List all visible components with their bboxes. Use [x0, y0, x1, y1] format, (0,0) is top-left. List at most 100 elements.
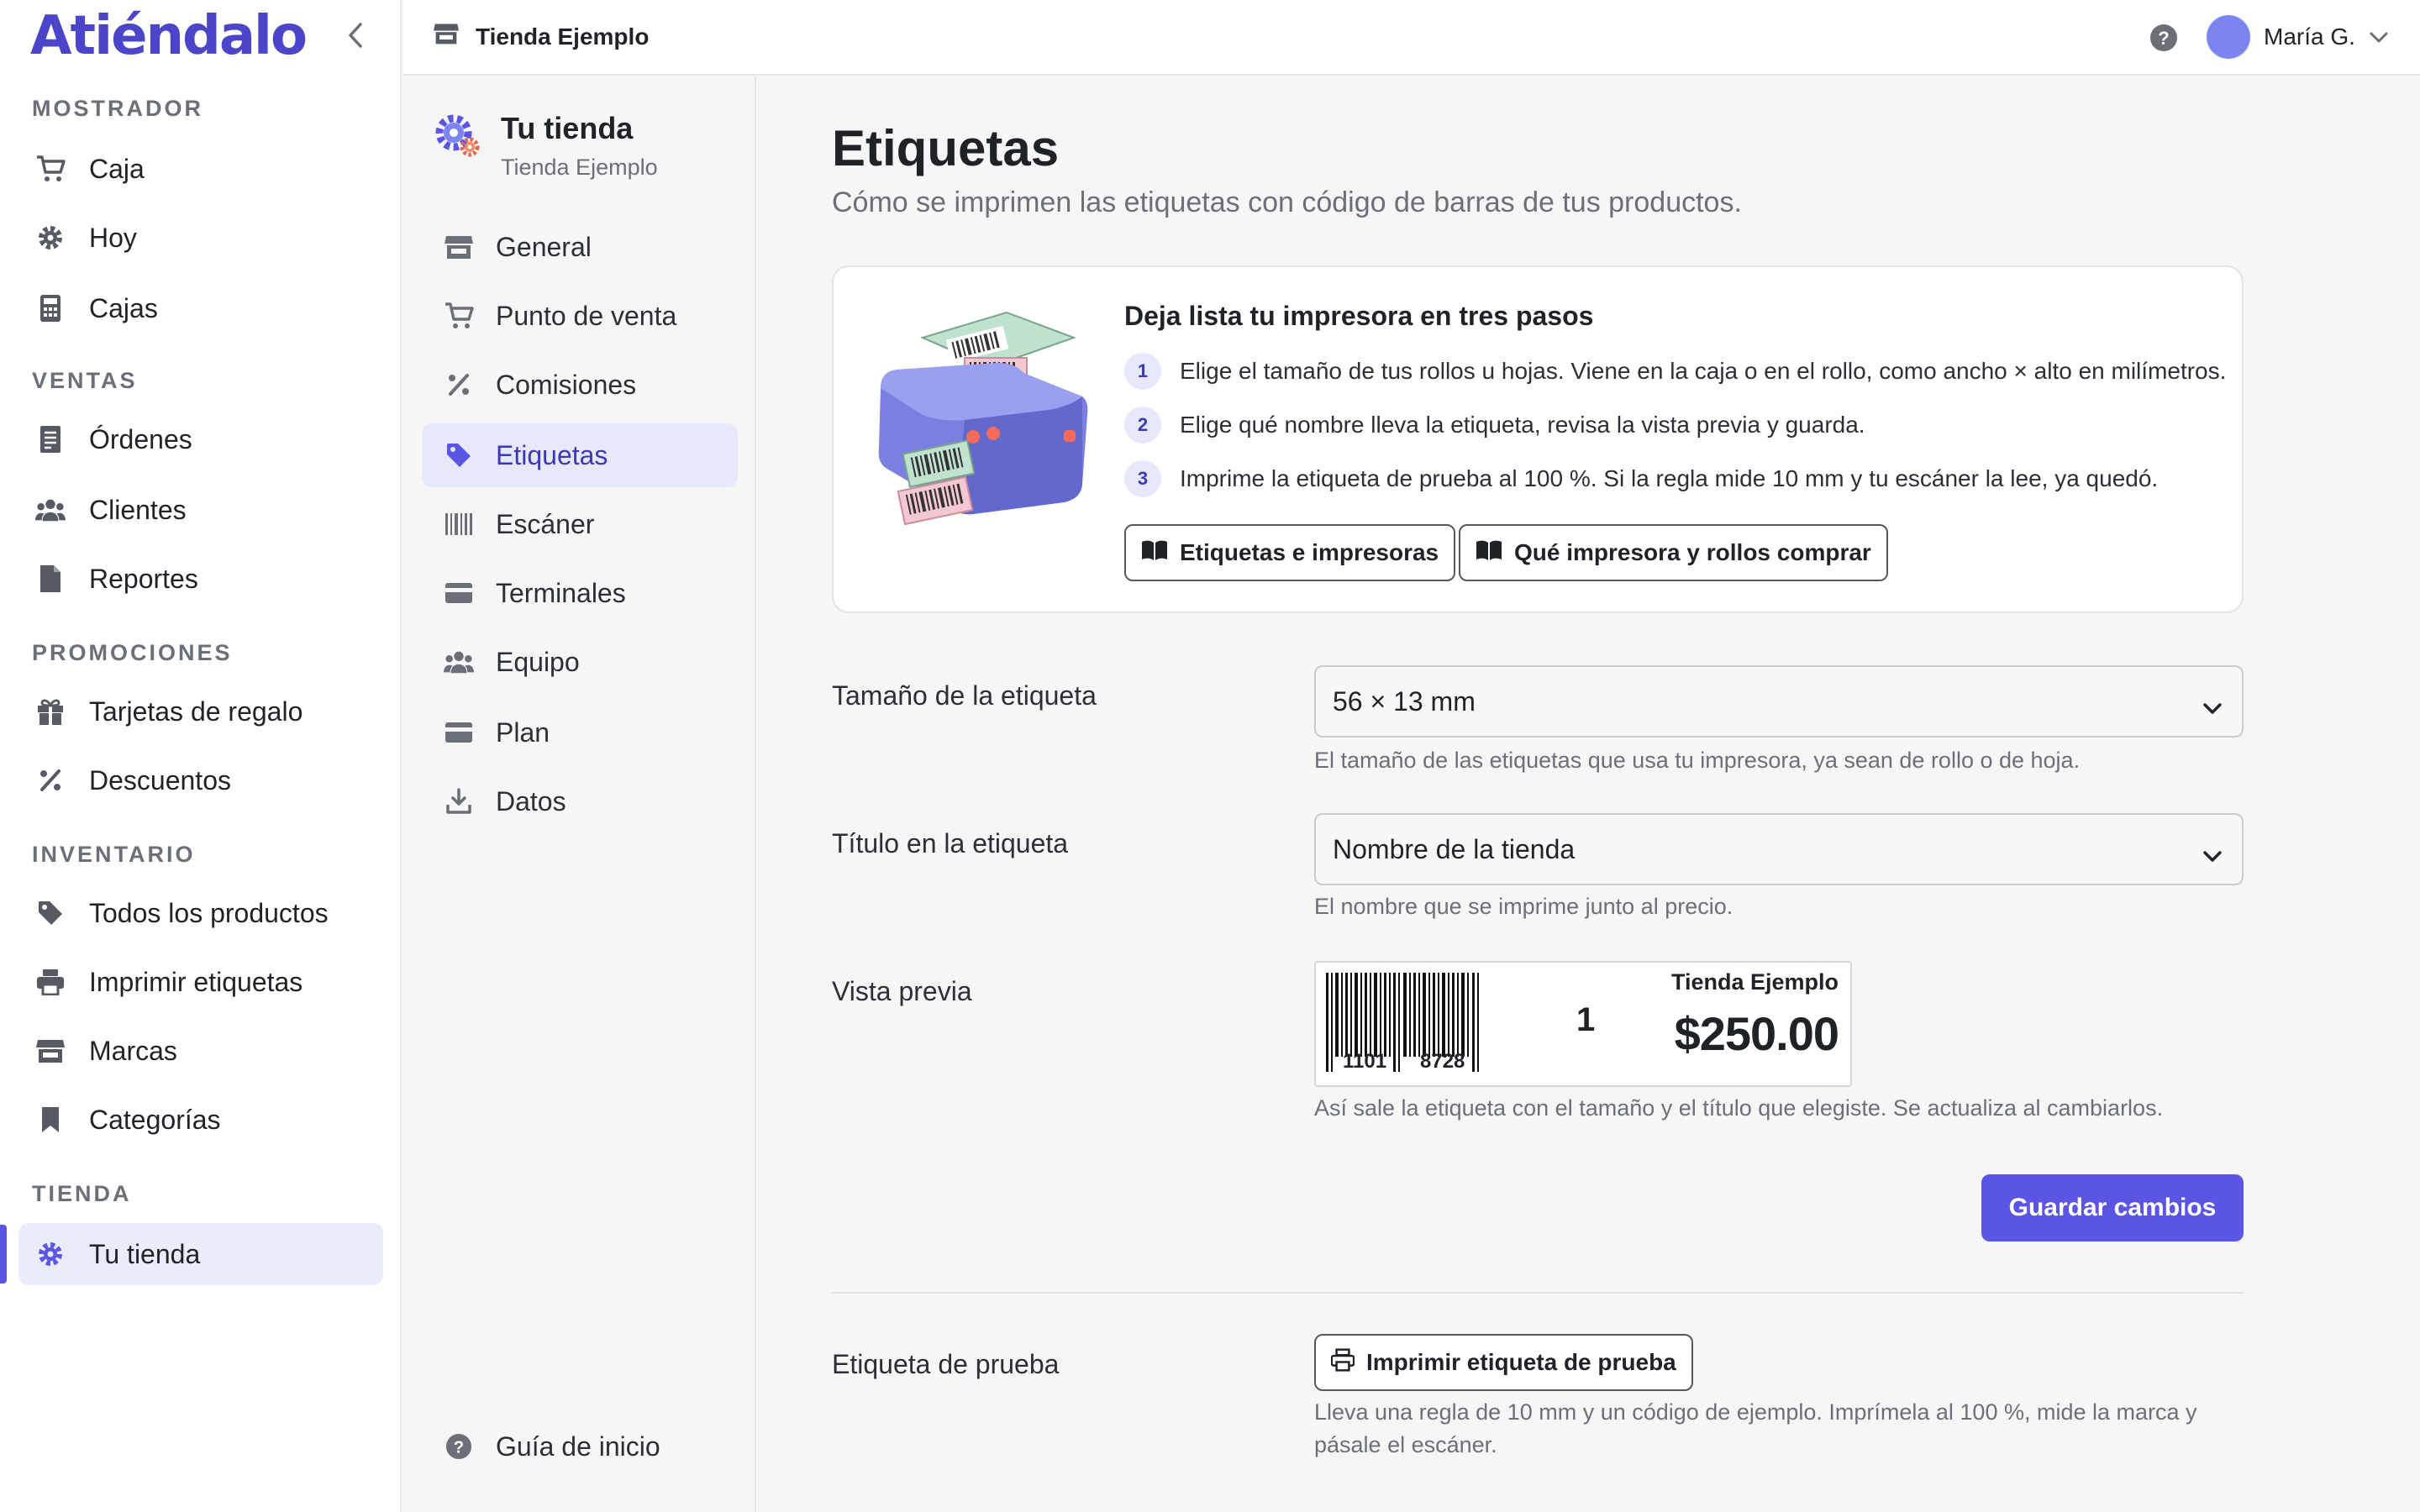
card-title: Deja lista tu impresora en tres pasos [1124, 301, 1594, 331]
chevron-down-icon [2202, 692, 2223, 723]
sidebar-item-caja[interactable]: Caja [18, 138, 383, 200]
preview-store-name: Tienda Ejemplo [1670, 969, 1839, 995]
sidebar-item-label: Tarjetas de regalo [89, 696, 303, 727]
setup-step: 1 Elige el tamaño de tus rollos u hojas.… [1124, 353, 2226, 390]
sidebar-item-descuentos[interactable]: Descuentos [18, 749, 383, 811]
store-icon [35, 1036, 66, 1066]
subnav-item-etiquetas[interactable]: Etiquetas [422, 423, 738, 487]
subnav-item-comisiones[interactable]: Comisiones [422, 353, 738, 417]
label-size-select[interactable]: 56 × 13 mm [1314, 665, 2244, 738]
section-title-ventas: VENTAS [32, 368, 138, 393]
user-menu[interactable]: María G. [2207, 15, 2389, 59]
store-breadcrumb[interactable]: Tienda Ejemplo [434, 22, 649, 51]
button-label: Qué impresora y rollos comprar [1514, 539, 1871, 565]
sidebar-item-tu-tienda[interactable]: Tu tienda [18, 1223, 383, 1285]
users-icon [35, 495, 66, 525]
subnav-guia-de-inicio[interactable]: ? Guía de inicio [422, 1415, 738, 1478]
book-icon [1476, 539, 1502, 567]
subnav-item-punto-de-venta[interactable]: Punto de venta [422, 284, 738, 348]
button-label: Imprimir etiqueta de prueba [1366, 1349, 1676, 1375]
store-settings-icon [434, 111, 482, 181]
divider [832, 1292, 2244, 1294]
subnav-item-label: Plan [496, 717, 550, 748]
subnav-item-label: Guía de inicio [496, 1431, 660, 1462]
step-number: 1 [1124, 353, 1161, 390]
bookmark-icon [35, 1105, 66, 1135]
buying-guide-button[interactable]: Qué impresora y rollos comprar [1459, 524, 1888, 581]
subnav-item-label: Datos [496, 785, 566, 816]
percent-icon [444, 370, 474, 400]
printer-setup-card: Deja lista tu impresora en tres pasos 1 … [832, 265, 2244, 613]
step-text: Elige qué nombre lleva la etiqueta, revi… [1180, 412, 1865, 438]
settings-subnav: Tu tienda Tienda Ejemplo General Punto d… [403, 76, 756, 1512]
label-title-label: Título en la etiqueta [832, 828, 1069, 858]
main-content: Etiquetas Cómo se imprimen las etiquetas… [756, 76, 2420, 1512]
page-title: Etiquetas [832, 120, 1060, 176]
sidebar-item-tarjetas-de-regalo[interactable]: Tarjetas de regalo [18, 680, 383, 743]
step-text: Imprime la etiqueta de prueba al 100 %. … [1180, 465, 2159, 491]
sidebar-item-marcas[interactable]: Marcas [18, 1020, 383, 1082]
chevron-down-icon [2369, 24, 2389, 50]
setup-step: 2 Elige qué nombre lleva la etiqueta, re… [1124, 407, 1865, 444]
subnav-item-plan[interactable]: Plan [422, 701, 738, 764]
step-number: 3 [1124, 460, 1161, 497]
svg-text:?: ? [454, 1438, 465, 1457]
users-icon [444, 647, 474, 677]
store-icon [444, 232, 474, 262]
subnav-item-datos[interactable]: Datos [422, 769, 738, 833]
sidebar-item-reportes[interactable]: Reportes [18, 548, 383, 610]
print-test-label-button[interactable]: Imprimir etiqueta de prueba [1314, 1334, 1693, 1391]
help-icon[interactable]: ? [2149, 24, 2178, 56]
main-sidebar: Atiéndalo MOSTRADOR Caja Hoy Cajas VENTA… [0, 0, 402, 1512]
active-indicator [0, 1225, 7, 1284]
sidebar-item-cajas[interactable]: Cajas [18, 277, 383, 339]
step-number: 2 [1124, 407, 1161, 444]
label-title-select[interactable]: Nombre de la tienda [1314, 813, 2244, 885]
app-logo: Atiéndalo [30, 5, 308, 67]
sidebar-item-categorias[interactable]: Categorías [18, 1089, 383, 1151]
label-preview: 1101 8728 1 Tienda Ejemplo $250.00 [1314, 961, 1852, 1087]
sidebar-item-clientes[interactable]: Clientes [18, 479, 383, 541]
printer-icon [1330, 1347, 1355, 1378]
sidebar-item-ordenes[interactable]: Órdenes [18, 408, 383, 470]
test-label-hint: Lleva una regla de 10 mm y un código de … [1314, 1396, 2197, 1462]
sidebar-item-label: Reportes [89, 563, 198, 594]
sidebar-item-hoy[interactable]: Hoy [18, 207, 383, 269]
test-label-hint-line: pásale el escáner. [1314, 1432, 1497, 1457]
sidebar-item-label: Imprimir etiquetas [89, 966, 303, 997]
label-size-hint: El tamaño de las etiquetas que usa tu im… [1314, 748, 2081, 773]
subnav-item-label: Escáner [496, 508, 595, 539]
label-title-hint: El nombre que se imprime junto al precio… [1314, 894, 1733, 919]
button-label: Etiquetas e impresoras [1180, 539, 1439, 565]
preview-quantity: 1 [1576, 1001, 1596, 1038]
receipt-icon [35, 424, 66, 454]
page-subtitle: Cómo se imprimen las etiquetas con códig… [832, 186, 1742, 218]
sidebar-item-imprimir-etiquetas[interactable]: Imprimir etiquetas [18, 951, 383, 1013]
barcode-number-left: 1101 [1343, 1050, 1387, 1073]
collapse-sidebar-button[interactable] [339, 18, 373, 52]
gear-icon [35, 1239, 66, 1269]
subnav-item-label: Equipo [496, 646, 580, 677]
help-icon: ? [444, 1431, 474, 1462]
percent-icon [35, 765, 66, 795]
labels-printers-guide-button[interactable]: Etiquetas e impresoras [1124, 524, 1456, 581]
subnav-item-escaner[interactable]: Escáner [422, 492, 738, 556]
barcode-icon [444, 509, 474, 539]
gear-icon [35, 223, 66, 253]
save-button[interactable]: Guardar cambios [1981, 1174, 2244, 1242]
preview-label: Vista previa [832, 976, 972, 1006]
sidebar-item-label: Todos los productos [89, 897, 329, 928]
section-title-tienda: TIENDA [32, 1181, 132, 1206]
store-subtitle: Tienda Ejemplo [501, 155, 658, 180]
barcode-number-right: 8728 [1420, 1050, 1465, 1073]
sidebar-item-label: Órdenes [89, 423, 192, 454]
sidebar-item-label: Clientes [89, 494, 187, 525]
sidebar-item-label: Cajas [89, 292, 158, 323]
subnav-item-terminales[interactable]: Terminales [422, 561, 738, 625]
subnav-item-equipo[interactable]: Equipo [422, 630, 738, 694]
avatar [2207, 15, 2250, 59]
sidebar-item-todos-los-productos[interactable]: Todos los productos [18, 882, 383, 944]
download-icon [444, 786, 474, 816]
test-label-label: Etiqueta de prueba [832, 1349, 1060, 1379]
subnav-item-general[interactable]: General [422, 215, 738, 279]
